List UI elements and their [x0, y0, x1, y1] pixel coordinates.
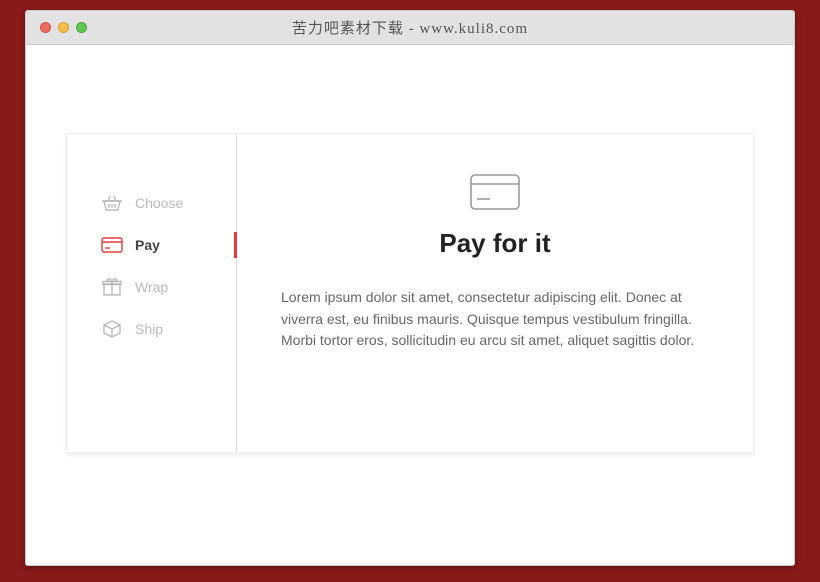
card-icon	[281, 174, 709, 210]
tab-label: Wrap	[135, 279, 168, 295]
window-title: 苦力吧素材下载 - www.kuli8.com	[26, 17, 794, 38]
wizard-card: Choose Pay Wrap	[66, 133, 754, 453]
gift-icon	[101, 277, 123, 297]
card-icon	[101, 237, 123, 253]
content-heading: Pay for it	[281, 228, 709, 259]
wizard-content: Pay for it Lorem ipsum dolor sit amet, c…	[237, 134, 753, 452]
titlebar: 苦力吧素材下载 - www.kuli8.com	[26, 11, 794, 45]
tab-label: Choose	[135, 195, 183, 211]
tab-label: Pay	[135, 237, 160, 253]
wizard-sidebar: Choose Pay Wrap	[67, 134, 237, 452]
app-window: 苦力吧素材下载 - www.kuli8.com Choose Pay	[25, 10, 795, 566]
basket-icon	[101, 194, 123, 212]
tab-ship[interactable]: Ship	[101, 308, 236, 350]
tab-choose[interactable]: Choose	[101, 182, 236, 224]
tab-pay[interactable]: Pay	[101, 224, 236, 266]
tab-label: Ship	[135, 321, 163, 337]
tab-wrap[interactable]: Wrap	[101, 266, 236, 308]
window-body: Choose Pay Wrap	[26, 45, 794, 565]
content-body: Lorem ipsum dolor sit amet, consectetur …	[281, 287, 709, 352]
box-icon	[101, 319, 123, 339]
